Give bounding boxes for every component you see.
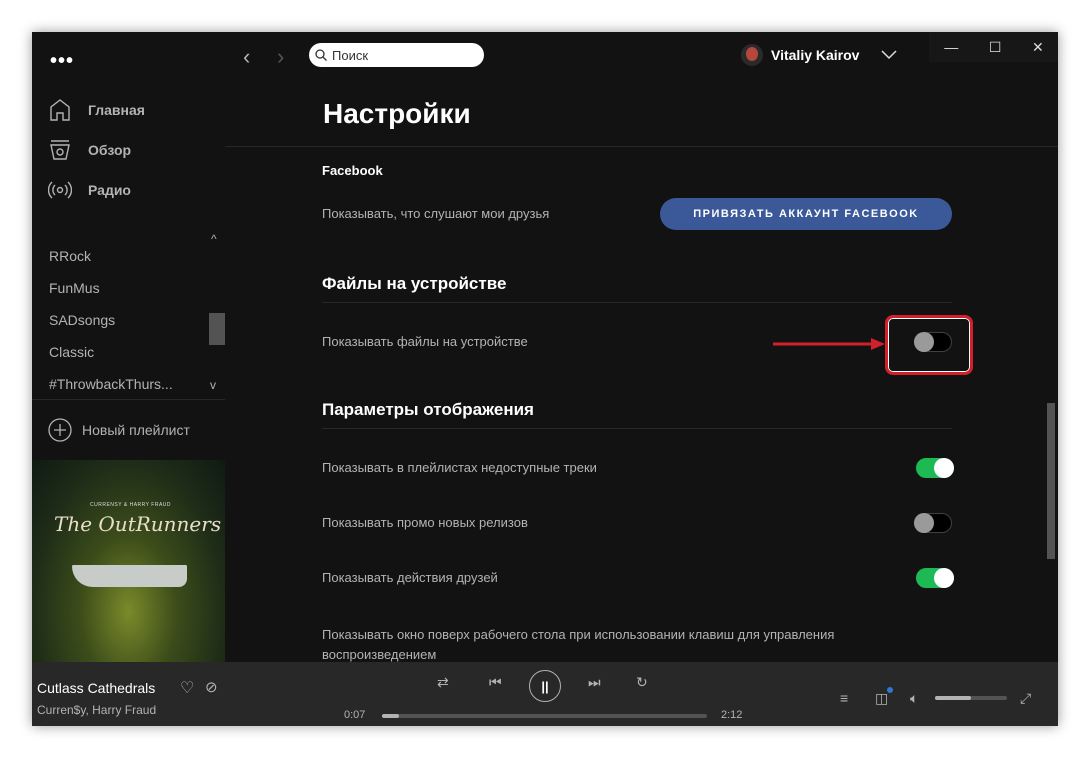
player-bar: Cutlass Cathedrals Curren$y, Harry Fraud… <box>32 662 1058 726</box>
cover-title-text: The OutRunners <box>54 512 222 536</box>
new-playlist-button[interactable]: Новый плейлист <box>48 418 190 442</box>
spotify-window: ••• Главная Обзор Радио ^ RRock FunMus S… <box>32 32 1058 726</box>
queue-icon[interactable]: ≡ <box>840 690 848 706</box>
radio-icon <box>48 181 72 199</box>
devices-icon[interactable]: ◫ <box>875 690 888 707</box>
page-title: Настройки <box>323 98 471 129</box>
scroll-up-icon[interactable]: ^ <box>211 232 217 246</box>
volume-slider[interactable] <box>935 696 1007 700</box>
back-button[interactable]: ‹ <box>243 44 250 70</box>
search-input[interactable]: Поиск <box>309 43 484 67</box>
pause-button[interactable]: || <box>529 670 561 702</box>
maximize-button[interactable]: ☐ <box>989 39 1002 56</box>
release-promo-label: Показывать промо новых релизов <box>322 515 528 530</box>
red-arrow-icon <box>773 338 885 350</box>
avatar <box>741 44 763 66</box>
playlist-item[interactable]: #ThrowbackThurs... <box>49 376 173 392</box>
new-playlist-label: Новый плейлист <box>82 422 190 438</box>
search-placeholder: Поиск <box>332 47 369 63</box>
track-title[interactable]: Cutlass Cathedrals <box>37 680 155 696</box>
main-view: ‹ › Поиск Vitaliy Kairov — ☐ ✕ Настройки… <box>225 32 1058 662</box>
nav-browse[interactable]: Обзор <box>48 138 131 162</box>
playlist-item[interactable]: Classic <box>49 344 94 360</box>
cover-artist-text: CURRENSY & HARRY FRAUD <box>90 502 172 508</box>
release-promo-toggle[interactable] <box>914 513 952 533</box>
next-button[interactable]: ⏭ <box>588 674 601 691</box>
facebook-heading: Facebook <box>322 163 383 178</box>
sidebar-scrollbar[interactable] <box>209 313 225 345</box>
nav-radio[interactable]: Радио <box>48 178 131 202</box>
search-icon <box>315 49 327 61</box>
overlay-label: Показывать окно поверх рабочего стола пр… <box>322 627 835 662</box>
connect-facebook-button[interactable]: ПРИВЯЗАТЬ АККАУНТ FACEBOOK <box>660 198 952 230</box>
playlist-item[interactable]: RRock <box>49 248 91 264</box>
block-icon[interactable]: ⊘ <box>205 678 218 696</box>
unavailable-tracks-label: Показывать в плейлистах недоступные трек… <box>322 460 597 475</box>
unavailable-tracks-toggle[interactable] <box>916 458 954 478</box>
home-icon <box>50 99 70 121</box>
minimize-button[interactable]: — <box>944 39 958 55</box>
progress-bar[interactable] <box>382 714 707 718</box>
friend-activity-toggle[interactable] <box>916 568 954 588</box>
local-files-heading: Файлы на устройстве <box>322 274 952 303</box>
top-bar: ‹ › Поиск Vitaliy Kairov — ☐ ✕ Настройки <box>225 32 1058 147</box>
previous-button[interactable]: ⏮ <box>489 674 502 691</box>
elapsed-time: 0:07 <box>344 709 366 721</box>
duration: 2:12 <box>721 709 743 721</box>
window-controls: — ☐ ✕ <box>929 32 1058 62</box>
track-artist[interactable]: Curren$y, Harry Fraud <box>37 703 156 717</box>
friend-activity-label: Показывать действия друзей <box>322 570 498 585</box>
playlist-item[interactable]: SADsongs <box>49 312 115 328</box>
user-menu[interactable]: Vitaliy Kairov <box>741 44 897 66</box>
highlight-box <box>885 315 973 375</box>
volume-icon[interactable]: 🔈︎ <box>910 690 918 707</box>
device-indicator <box>887 687 893 693</box>
fullscreen-icon[interactable]: ⤢ <box>1020 690 1031 707</box>
sidebar: ••• Главная Обзор Радио ^ RRock FunMus S… <box>32 32 225 662</box>
main-scrollbar[interactable] <box>1047 403 1055 559</box>
chevron-down-icon <box>881 50 897 60</box>
display-heading: Параметры отображения <box>322 400 952 429</box>
nav-label: Главная <box>88 102 145 118</box>
heart-icon[interactable]: ♡ <box>180 678 194 698</box>
boat-image <box>72 565 187 587</box>
scroll-down-icon[interactable]: v <box>210 378 216 392</box>
browse-icon <box>50 140 70 160</box>
user-name: Vitaliy Kairov <box>771 47 860 63</box>
shuffle-button[interactable]: ⇄ <box>437 674 449 691</box>
close-button[interactable]: ✕ <box>1032 39 1044 56</box>
nav-label: Обзор <box>88 142 132 158</box>
forward-button[interactable]: › <box>277 44 284 70</box>
nav-home[interactable]: Главная <box>48 98 145 122</box>
album-cover[interactable]: CURRENSY & HARRY FRAUD The OutRunners <box>32 460 225 662</box>
nav-label: Радио <box>88 182 131 198</box>
plus-circle-icon <box>48 418 72 442</box>
repeat-button[interactable]: ↻ <box>636 674 648 691</box>
menu-button[interactable]: ••• <box>50 50 74 73</box>
divider <box>32 399 225 400</box>
playlist-item[interactable]: FunMus <box>49 280 100 296</box>
